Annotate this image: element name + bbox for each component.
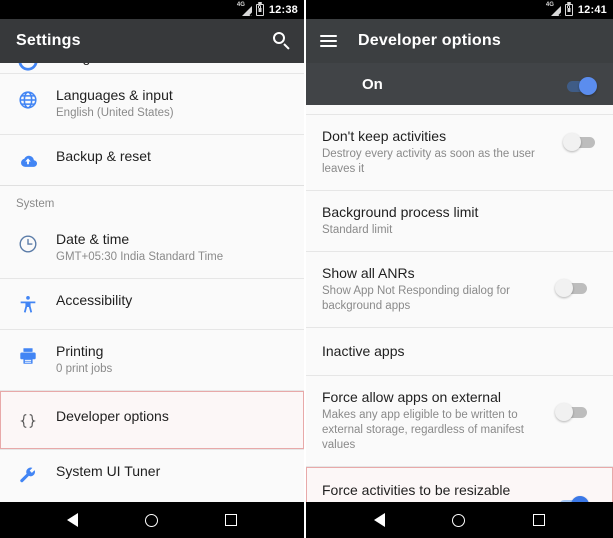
hamburger-menu-icon xyxy=(319,35,337,47)
list-item-show-all-anrs[interactable]: Show all ANRs Show App Not Responding di… xyxy=(306,252,613,327)
page-title: Developer options xyxy=(358,32,501,49)
list-item-force-activities-resizable[interactable]: Force activities to be resizable Make al… xyxy=(306,467,613,502)
printer-icon xyxy=(0,343,56,367)
section-header-system: System xyxy=(16,198,55,210)
list-item-title: System UI Tuner xyxy=(56,463,161,479)
list-item-developer-options[interactable]: Developer options xyxy=(0,391,304,449)
list-item-dont-keep-activities[interactable]: Don't keep activities Destroy every acti… xyxy=(306,115,613,190)
right-phone-screen: 4G 12:41 Developer options On Don't keep… xyxy=(306,0,613,538)
list-item-title: Accessibility xyxy=(56,292,133,308)
toggle-switch[interactable] xyxy=(563,132,597,152)
toggle-switch[interactable] xyxy=(555,402,589,422)
master-switch-label: On xyxy=(362,75,383,93)
google-icon xyxy=(0,63,56,72)
navigation-bar[interactable] xyxy=(306,502,613,538)
list-item-subtitle: Destroy every activity as soon as the us… xyxy=(322,148,535,175)
recents-icon[interactable] xyxy=(533,514,546,526)
master-switch-row[interactable]: On xyxy=(306,63,613,105)
back-icon[interactable] xyxy=(67,513,79,527)
list-item-backup-reset[interactable]: Backup & reset xyxy=(0,135,304,185)
app-bar: Developer options xyxy=(306,19,613,63)
toggle-switch[interactable] xyxy=(555,495,589,502)
list-item-subtitle: GMT+05:30 India Standard Time xyxy=(56,251,224,263)
home-icon[interactable] xyxy=(452,513,466,527)
list-item-title: Languages & input xyxy=(56,87,173,103)
app-bar: Settings xyxy=(0,19,304,63)
list-item-date-time[interactable]: Date & time GMT+05:30 India Standard Tim… xyxy=(0,218,304,278)
navigation-bar[interactable] xyxy=(0,502,304,538)
toggle-switch[interactable] xyxy=(555,278,589,298)
list-item-title: Google xyxy=(56,63,304,66)
left-phone-screen: 4G 12:38 Settings Google xyxy=(0,0,306,538)
list-item-inactive-apps[interactable]: Inactive apps xyxy=(306,328,613,375)
status-bar: 4G 12:38 xyxy=(0,0,304,19)
list-item-subtitle: Show App Not Responding dialog for backg… xyxy=(322,285,510,312)
list-item-title: Don't keep activities xyxy=(322,128,447,144)
list-item-subtitle: Makes any app eligible to be written to … xyxy=(322,409,524,451)
search-button[interactable] xyxy=(260,19,304,63)
signal-4g-icon: 4G xyxy=(237,2,261,16)
list-item-google[interactable]: Google xyxy=(0,63,304,73)
back-icon[interactable] xyxy=(373,513,385,527)
list-item-system-ui-tuner[interactable]: System UI Tuner xyxy=(0,450,304,500)
list-item-title: Inactive apps xyxy=(322,343,405,359)
page-title: Settings xyxy=(16,32,81,49)
list-item-title: Date & time xyxy=(56,231,130,247)
clock-icon xyxy=(0,231,56,255)
list-item-title: Backup & reset xyxy=(56,148,151,164)
two-phone-screenshot: 4G 12:38 Settings Google xyxy=(0,0,613,538)
home-icon[interactable] xyxy=(144,513,158,527)
list-item-accessibility[interactable]: Accessibility xyxy=(0,279,304,329)
wrench-icon xyxy=(0,463,56,487)
battery-lock-icon xyxy=(564,3,573,16)
backup-cloud-icon xyxy=(0,148,56,172)
list-item-force-allow-apps-on-external[interactable]: Force allow apps on external Makes any a… xyxy=(306,376,613,466)
list-item-printing[interactable]: Printing 0 print jobs xyxy=(0,330,304,390)
list-item-subtitle: 0 print jobs xyxy=(56,363,113,375)
list-item-subtitle: Make all activities resizable for multi-… xyxy=(322,501,547,502)
language-icon xyxy=(0,87,56,111)
menu-button[interactable] xyxy=(306,19,350,63)
master-switch-toggle[interactable] xyxy=(563,76,597,96)
accessibility-icon xyxy=(0,292,56,316)
list-item-subtitle: English (United States) xyxy=(56,107,174,119)
status-bar: 4G 12:41 xyxy=(306,0,613,19)
list-item-title: Printing xyxy=(56,343,104,359)
battery-lock-icon xyxy=(255,3,264,16)
status-bar-clock: 12:41 xyxy=(577,3,607,16)
settings-list[interactable]: Google Languages & input English (United… xyxy=(0,63,304,502)
list-item-subtitle: Standard limit xyxy=(322,224,393,236)
list-item-title: Show all ANRs xyxy=(322,265,415,281)
search-icon xyxy=(273,32,291,50)
list-item-title: Developer options xyxy=(56,408,169,424)
signal-4g-icon: 4G xyxy=(546,2,570,16)
status-bar-icons: 4G xyxy=(546,2,573,16)
list-item-title: Force allow apps on external xyxy=(322,389,501,405)
braces-icon xyxy=(0,408,56,432)
list-item-title: Force activities to be resizable xyxy=(322,482,511,498)
status-bar-clock: 12:38 xyxy=(268,3,298,16)
recents-icon[interactable] xyxy=(224,514,237,526)
developer-options-list[interactable]: Don't keep activities Destroy every acti… xyxy=(306,105,613,502)
status-bar-icons: 4G xyxy=(237,2,264,16)
list-item-title: Background process limit xyxy=(322,204,479,220)
list-item-languages-input[interactable]: Languages & input English (United States… xyxy=(0,74,304,134)
list-item-background-process-limit[interactable]: Background process limit Standard limit xyxy=(306,191,613,251)
